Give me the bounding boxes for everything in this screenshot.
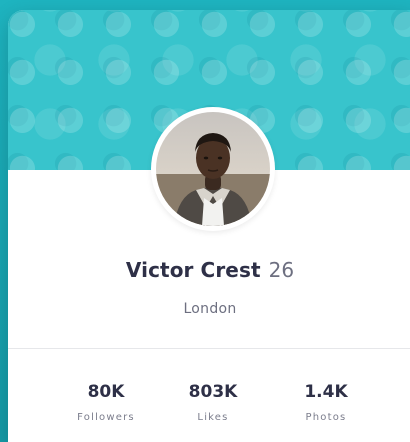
stat-likes-label: Likes bbox=[197, 412, 229, 423]
name-row: Victor Crest 26 bbox=[8, 258, 410, 282]
profile-city: London bbox=[183, 301, 237, 317]
stat-likes-value: 803K bbox=[188, 382, 238, 402]
stat-followers: 80K Followers bbox=[46, 382, 166, 424]
stat-photos-value: 1.4K bbox=[304, 382, 348, 402]
avatar-photo-icon bbox=[156, 112, 270, 226]
stat-likes: 803K Likes bbox=[153, 382, 273, 424]
profile-card: Victor Crest 26 London 80K Followers 803K… bbox=[8, 10, 410, 442]
stats-bar: 80K Followers 803K Likes 1.4K Photos bbox=[8, 382, 410, 432]
stats-divider bbox=[8, 348, 410, 349]
stat-photos-label: Photos bbox=[305, 412, 347, 423]
avatar bbox=[151, 107, 275, 231]
stat-followers-value: 80K bbox=[87, 382, 125, 402]
profile-age: 26 bbox=[268, 258, 295, 282]
page-background: Victor Crest 26 London 80K Followers 803K… bbox=[0, 0, 410, 442]
stat-followers-label: Followers bbox=[77, 412, 135, 423]
profile-name: Victor Crest bbox=[125, 258, 261, 282]
stat-photos: 1.4K Photos bbox=[266, 382, 386, 424]
